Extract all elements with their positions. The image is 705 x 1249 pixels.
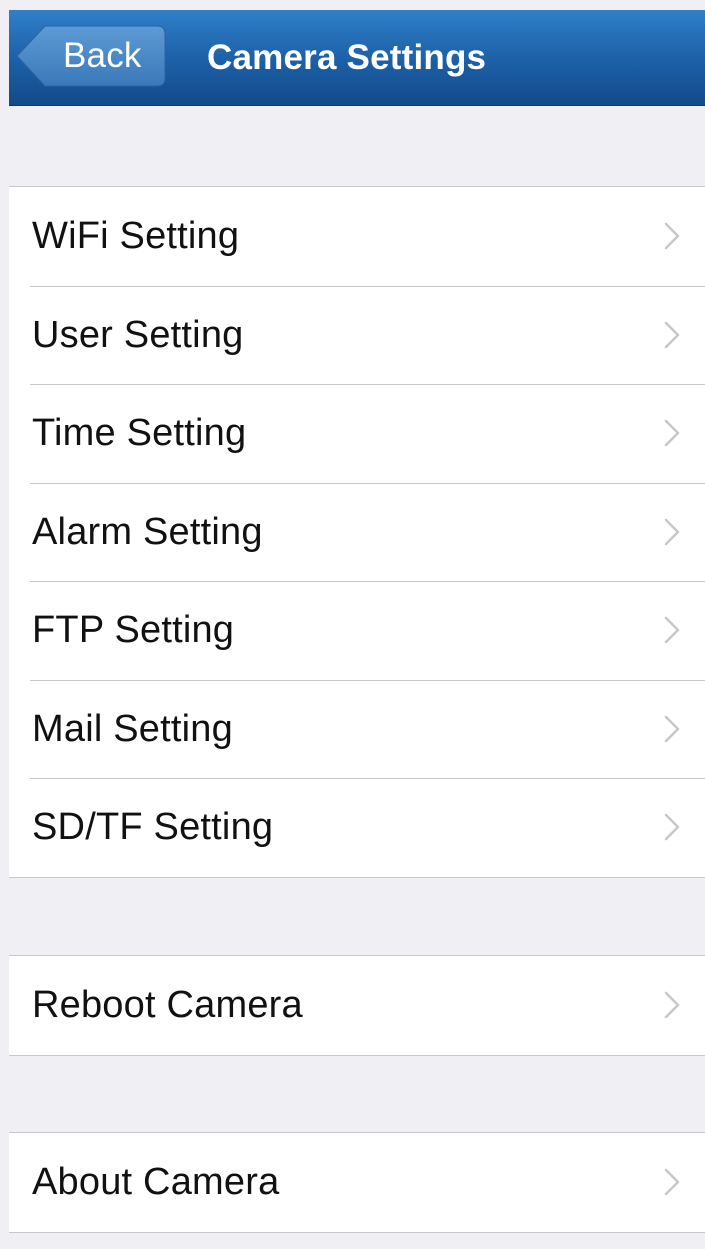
settings-item-alarm[interactable]: Alarm Setting — [9, 482, 705, 582]
about-camera-item[interactable]: About Camera — [9, 1133, 705, 1232]
about-group: About Camera — [9, 1132, 705, 1233]
page-title: Camera Settings — [207, 38, 487, 77]
reboot-camera-label: Reboot Camera — [32, 984, 303, 1026]
chevron-right-icon — [664, 991, 680, 1019]
reboot-camera-item[interactable]: Reboot Camera — [9, 956, 705, 1055]
settings-item-mail[interactable]: Mail Setting — [9, 679, 705, 779]
settings-item-label: Time Setting — [32, 412, 247, 454]
settings-item-label: SD/TF Setting — [32, 806, 274, 848]
chevron-right-icon — [664, 616, 680, 644]
chevron-right-icon — [664, 1168, 680, 1196]
back-button-label: Back — [63, 36, 142, 75]
settings-item-user[interactable]: User Setting — [9, 285, 705, 385]
settings-item-label: WiFi Setting — [32, 215, 240, 257]
settings-item-label: User Setting — [32, 313, 244, 356]
settings-item-label: Mail Setting — [32, 707, 233, 750]
settings-group: WiFi Setting User Setting Time Setting A… — [9, 186, 705, 878]
settings-item-label: Alarm Setting — [32, 510, 263, 553]
settings-item-label: FTP Setting — [32, 609, 235, 651]
settings-item-sdtf[interactable]: SD/TF Setting — [9, 778, 705, 877]
settings-item-time[interactable]: Time Setting — [9, 384, 705, 483]
chevron-right-icon — [664, 813, 680, 841]
about-camera-label: About Camera — [32, 1161, 280, 1203]
chevron-right-icon — [664, 321, 680, 349]
chevron-right-icon — [664, 419, 680, 447]
settings-item-wifi[interactable]: WiFi Setting — [9, 187, 705, 286]
chevron-right-icon — [664, 222, 680, 250]
reboot-group: Reboot Camera — [9, 955, 705, 1056]
chevron-right-icon — [664, 518, 680, 546]
settings-item-ftp[interactable]: FTP Setting — [9, 581, 705, 680]
chevron-right-icon — [664, 715, 680, 743]
back-button[interactable]: Back — [15, 24, 167, 88]
navigation-bar: Back Camera Settings — [9, 10, 705, 106]
